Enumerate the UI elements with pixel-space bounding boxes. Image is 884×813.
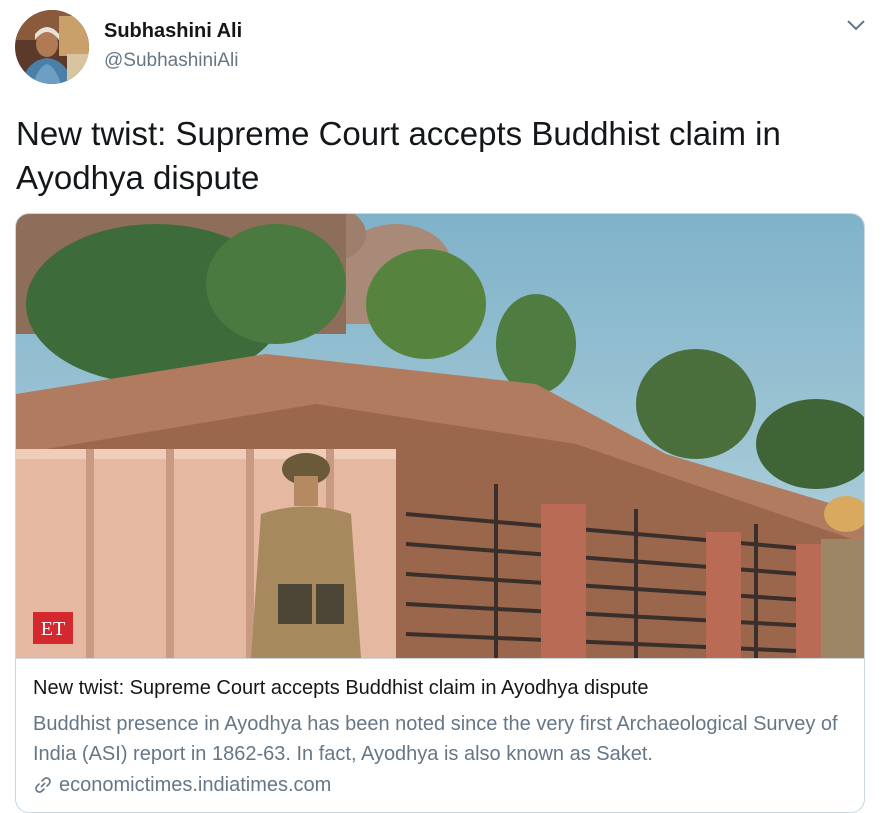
tweet-text: New twist: Supreme Court accepts Buddhis… — [16, 115, 781, 196]
card-description: Buddhist presence in Ayodhya has been no… — [33, 713, 838, 765]
avatar-image — [15, 10, 89, 84]
tweet: Subhashini Ali @SubhashiniAli New twist:… — [0, 0, 884, 813]
chevron-down-icon[interactable] — [846, 18, 866, 32]
link-card[interactable]: ET New twist: Supreme Court accepts Budd… — [15, 213, 865, 813]
card-image: ET — [16, 214, 864, 658]
avatar[interactable] — [15, 10, 89, 84]
author-info: Subhashini Ali @SubhashiniAli — [104, 18, 242, 74]
card-body: New twist: Supreme Court accepts Buddhis… — [16, 658, 864, 796]
card-title: New twist: Supreme Court accepts Buddhis… — [33, 677, 649, 699]
card-domain-text: economictimes.indiatimes.com — [59, 774, 332, 796]
link-icon — [35, 777, 51, 793]
author-display-name[interactable]: Subhashini Ali — [104, 18, 242, 44]
author-handle[interactable]: @SubhashiniAli — [104, 48, 242, 74]
svg-text:ET: ET — [41, 618, 65, 640]
card-domain: economictimes.indiatimes.com — [33, 771, 331, 799]
